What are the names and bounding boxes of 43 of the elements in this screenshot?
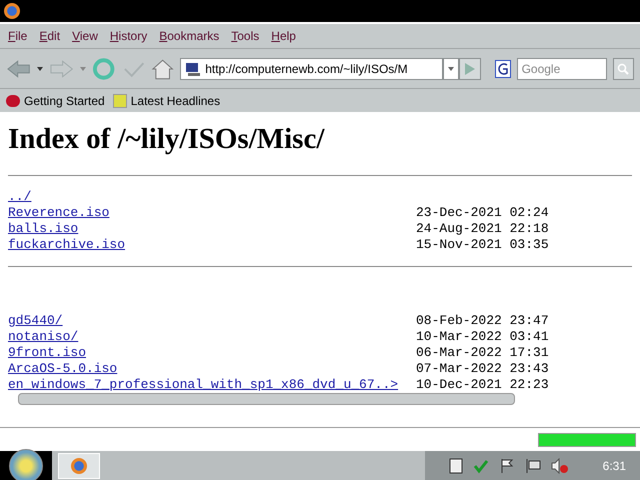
menu-item[interactable]: History bbox=[110, 27, 148, 45]
menu-item[interactable]: Help bbox=[271, 27, 296, 45]
browser-logo-icon bbox=[71, 458, 87, 474]
computer-icon bbox=[185, 60, 202, 76]
page-heading: Index of /~lily/ISOs/Misc/ bbox=[8, 122, 326, 156]
menu-item[interactable]: View bbox=[72, 27, 98, 45]
muted-speaker-icon[interactable] bbox=[550, 458, 569, 474]
bookmark-favicon-icon bbox=[6, 94, 20, 106]
back-arrow-icon[interactable] bbox=[6, 58, 32, 80]
bookmark-favicon-icon bbox=[112, 94, 127, 108]
date-text: 23-Dec-2021 02:24 bbox=[416, 204, 549, 222]
bookmark-item[interactable]: Getting Started bbox=[24, 92, 105, 110]
start-button[interactable] bbox=[0, 451, 52, 480]
address-field[interactable]: http://computernewb.com/~lily/ISOs/M bbox=[180, 58, 443, 80]
play-arrow-icon bbox=[464, 62, 475, 74]
date-text: 08-Feb-2022 23:47 bbox=[416, 312, 549, 330]
browser-logo-icon bbox=[4, 3, 20, 19]
address-text: http://computernewb.com/~lily/ISOs/M bbox=[205, 60, 408, 78]
go-button[interactable] bbox=[458, 58, 481, 80]
search-button[interactable] bbox=[612, 58, 634, 80]
document-icon[interactable] bbox=[448, 458, 463, 474]
date-text: 24-Aug-2021 22:18 bbox=[416, 220, 549, 238]
search-engine-icon[interactable] bbox=[494, 60, 511, 78]
horizontal-scrollbar[interactable] bbox=[18, 393, 515, 405]
menu-item[interactable]: Edit bbox=[39, 27, 60, 45]
date-text: 06-Mar-2022 17:31 bbox=[416, 344, 549, 362]
dropdown-caret-icon[interactable] bbox=[37, 66, 44, 70]
home-icon[interactable] bbox=[150, 56, 174, 80]
date-text: 15-Nov-2021 03:35 bbox=[416, 236, 549, 254]
taskbar-browser-button[interactable] bbox=[58, 452, 100, 478]
menu-item[interactable]: File bbox=[8, 27, 28, 45]
date-text: 10-Mar-2022 03:41 bbox=[416, 328, 549, 346]
menu-item[interactable]: Tools bbox=[231, 27, 260, 45]
address-dropdown-button[interactable] bbox=[442, 58, 459, 80]
search-icon bbox=[617, 62, 630, 74]
caret-icon bbox=[448, 66, 454, 70]
date-text: 07-Mar-2022 23:43 bbox=[416, 360, 549, 378]
flag-icon[interactable] bbox=[498, 458, 515, 474]
search-field[interactable]: Google bbox=[516, 58, 607, 80]
bookmark-item[interactable]: Latest Headlines bbox=[130, 92, 220, 110]
date-text: 10-Dec-2021 22:23 bbox=[416, 376, 549, 394]
shield-check-icon[interactable] bbox=[472, 458, 489, 474]
menu-item[interactable]: Bookmarks bbox=[159, 27, 220, 45]
